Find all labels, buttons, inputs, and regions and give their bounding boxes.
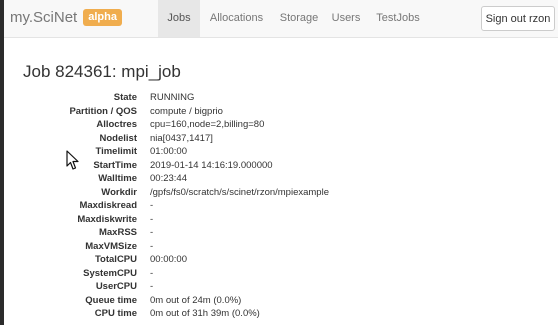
- detail-label: StartTime: [93, 159, 137, 171]
- detail-label: Alloctres: [96, 119, 137, 130]
- detail-value: compute / bigprio: [150, 105, 223, 117]
- detail-row: State RUNNING: [4, 91, 558, 105]
- detail-row: UserCPU -: [4, 280, 558, 294]
- detail-value: RUNNING: [150, 92, 195, 103]
- nav-users[interactable]: Users: [325, 0, 367, 37]
- detail-row: TotalCPU 00:00:00: [4, 253, 558, 267]
- detail-label: Maxdiskwrite: [77, 213, 137, 225]
- detail-value: -: [150, 227, 154, 238]
- detail-label: Queue time: [85, 294, 137, 306]
- detail-row: Queue time 0m out of 24m (0.0%): [4, 294, 558, 308]
- detail-label: TotalCPU: [94, 254, 137, 265]
- detail-value: cpu=160,node=2,billing=80: [150, 119, 265, 130]
- job-details-table: State RUNNING Partition / QOS compute / big…: [4, 91, 558, 321]
- detail-row: Timelimit 01:00:00: [4, 145, 558, 159]
- navbar: my.SciNet alpha Jobs Allocations Storage…: [4, 0, 558, 38]
- nav-jobs[interactable]: Jobs: [158, 0, 200, 37]
- detail-value: /gpfs/fs0/scratch/s/scinet/rzon/mpiexamp…: [150, 186, 329, 198]
- detail-row: SystemCPU -: [4, 267, 558, 281]
- brand-name: my.SciNet: [10, 9, 78, 26]
- alpha-badge: alpha: [83, 9, 122, 26]
- detail-value: 00:23:44: [150, 173, 187, 184]
- detail-value: nia[0437,1417]: [150, 132, 213, 144]
- detail-label: CPU time: [94, 308, 137, 319]
- detail-label: Partition / QOS: [69, 105, 137, 117]
- detail-value: 01:00:00: [150, 146, 187, 157]
- detail-label: State: [113, 92, 137, 103]
- nav-storage[interactable]: Storage: [273, 0, 325, 37]
- page: my.SciNet alpha Jobs Allocations Storage…: [4, 0, 558, 325]
- mouse-pointer-icon: [66, 150, 79, 170]
- detail-label: MaxRSS: [98, 227, 137, 238]
- detail-row: Maxdiskread -: [4, 199, 558, 213]
- detail-label: Walltime: [98, 173, 137, 184]
- job-title: Job 824361: mpi_job: [23, 62, 181, 81]
- nav-allocations[interactable]: Allocations: [200, 0, 273, 37]
- detail-value: -: [150, 281, 154, 292]
- detail-label: Workdir: [101, 186, 137, 198]
- detail-label: Nodelist: [99, 132, 137, 144]
- detail-row: Workdir/gpfs/fs0/scratch/s/scinet/rzon/m…: [4, 186, 558, 200]
- detail-row: Partition / QOS compute / bigprio: [4, 105, 558, 119]
- detail-value: -: [150, 240, 154, 252]
- detail-row: MaxVMSize -: [4, 240, 558, 254]
- detail-label: Timelimit: [95, 146, 137, 157]
- detail-row: CPU time 0m out of 31h 39m (0.0%): [4, 307, 558, 321]
- detail-label: SystemCPU: [83, 267, 137, 279]
- detail-value: 2019-01-14 14:16:19.000000: [150, 159, 273, 171]
- detail-row: Maxdiskwrite -: [4, 213, 558, 227]
- detail-value: -: [150, 200, 154, 211]
- detail-label: UserCPU: [95, 281, 137, 292]
- detail-value: -: [150, 213, 154, 225]
- sign-out-button[interactable]: Sign out rzon: [481, 6, 555, 31]
- detail-value: 00:00:00: [150, 254, 187, 265]
- detail-value: -: [150, 267, 154, 279]
- nav-testjobs[interactable]: TestJobs: [367, 0, 429, 37]
- detail-label: Maxdiskread: [79, 200, 137, 211]
- detail-row: StartTime 2019-01-14 14:16:19.000000: [4, 159, 558, 173]
- detail-row: Walltime 00:23:44: [4, 172, 558, 186]
- detail-row: MaxRSS -: [4, 226, 558, 240]
- detail-label: MaxVMSize: [85, 240, 137, 252]
- detail-row: Alloctres cpu=160,node=2,billing=80: [4, 118, 558, 132]
- detail-value: 0m out of 31h 39m (0.0%): [150, 308, 260, 319]
- brand-link[interactable]: my.SciNet alpha: [10, 9, 122, 26]
- detail-value: 0m out of 24m (0.0%): [150, 294, 242, 306]
- detail-row: Nodelist nia[0437,1417]: [4, 132, 558, 146]
